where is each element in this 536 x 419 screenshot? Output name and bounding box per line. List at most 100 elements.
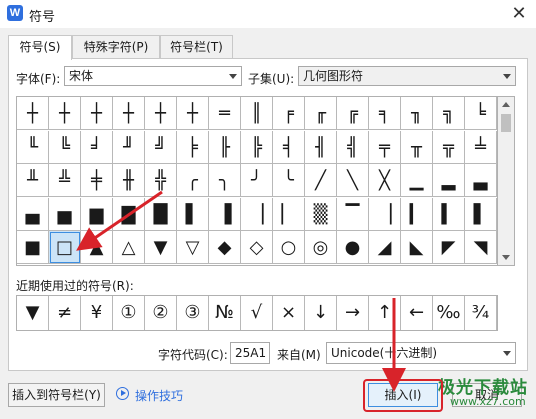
symbol-cell[interactable]: ╦ (433, 130, 465, 164)
symbol-cell[interactable]: ═ (209, 97, 241, 130)
recent-symbol-cell[interactable]: ¾ (465, 296, 497, 330)
symbol-cell[interactable]: ▂ (433, 164, 465, 198)
symbol-cell[interactable]: ┼ (113, 97, 145, 130)
recent-symbol-cell[interactable]: ↑ (369, 296, 401, 330)
symbol-cell[interactable]: ◇ (241, 231, 273, 265)
symbol-cell[interactable]: ◆ (209, 231, 241, 265)
symbol-cell[interactable]: ┼ (49, 97, 81, 130)
symbol-cell[interactable]: ╧ (465, 130, 497, 164)
symbol-cell[interactable]: ▕ (369, 197, 401, 231)
symbol-cell[interactable]: ╖ (401, 97, 433, 130)
symbol-cell[interactable]: ┼ (177, 97, 209, 130)
symbol-cell[interactable]: ▍ (433, 197, 465, 231)
recent-symbol-cell[interactable]: № (209, 296, 241, 330)
symbol-cell[interactable]: ○ (273, 231, 305, 265)
symbol-cell[interactable]: ▅ (49, 197, 81, 231)
symbol-cell[interactable]: ◥ (465, 231, 497, 265)
symbol-cell[interactable]: ▁ (401, 164, 433, 198)
symbol-cell[interactable]: ╝ (145, 130, 177, 164)
symbol-cell[interactable]: ▕ (241, 197, 273, 231)
recent-symbol-cell[interactable]: ↓ (305, 296, 337, 330)
symbol-cell[interactable]: ╙ (17, 130, 49, 164)
symbol-cell[interactable]: ╳ (369, 164, 401, 198)
symbol-cell[interactable]: ╮ (209, 164, 241, 198)
symbol-cell[interactable]: ╔ (337, 97, 369, 130)
symbol-cell[interactable]: ╒ (273, 97, 305, 130)
symbol-cell[interactable]: ╣ (337, 130, 369, 164)
symbol-cell[interactable]: ┼ (17, 97, 49, 130)
symbol-cell[interactable]: ╲ (337, 164, 369, 198)
symbol-cell[interactable]: ╚ (49, 130, 81, 164)
symbol-cell[interactable]: ╟ (209, 130, 241, 164)
symbol-cell[interactable]: ╤ (369, 130, 401, 164)
symbol-cell[interactable]: ▐ (209, 197, 241, 231)
symbol-cell[interactable]: ╕ (369, 97, 401, 130)
symbol-cell[interactable]: △ (113, 231, 145, 265)
tips-link[interactable]: 操作技巧 (116, 387, 183, 404)
scroll-thumb[interactable] (501, 114, 511, 132)
recent-symbol-cell[interactable]: ③ (177, 296, 209, 330)
symbol-cell[interactable]: ▌ (177, 197, 209, 231)
recent-symbol-cell[interactable]: √ (241, 296, 273, 330)
symbol-cell[interactable]: ╞ (177, 130, 209, 164)
scroll-down-icon[interactable] (502, 255, 510, 260)
recent-symbol-cell[interactable]: → (337, 296, 369, 330)
symbol-cell[interactable]: ● (337, 231, 369, 265)
symbol-cell[interactable]: ╥ (401, 130, 433, 164)
font-select[interactable]: 宋体 (64, 66, 242, 86)
symbol-cell[interactable]: ◢ (369, 231, 401, 265)
recent-symbol-cell[interactable]: ← (401, 296, 433, 330)
symbol-cell[interactable]: ╭ (177, 164, 209, 198)
symbol-cell[interactable]: ╓ (305, 97, 337, 130)
symbol-cell[interactable]: ╜ (113, 130, 145, 164)
recent-symbol-cell[interactable]: ① (113, 296, 145, 330)
recent-symbol-cell[interactable]: × (273, 296, 305, 330)
scroll-up-icon[interactable] (502, 102, 510, 107)
symbol-cell[interactable]: ▎ (401, 197, 433, 231)
char-code-input[interactable]: 25A1 (230, 342, 270, 364)
symbol-cell[interactable]: ╠ (241, 130, 273, 164)
symbol-cell[interactable]: ▔ (337, 197, 369, 231)
tab-symbol-bar[interactable]: 符号栏(T) (160, 35, 233, 59)
symbol-cell[interactable]: ┼ (81, 97, 113, 130)
symbol-cell[interactable]: ╯ (241, 164, 273, 198)
tab-symbols[interactable]: 符号(S) (8, 35, 72, 60)
symbol-cell[interactable]: ║ (241, 97, 273, 130)
symbol-cell[interactable]: ▆ (81, 197, 113, 231)
symbol-cell[interactable]: ▼ (145, 231, 177, 265)
recent-symbol-cell[interactable]: ¥ (81, 296, 113, 330)
symbol-cell[interactable]: ◤ (433, 231, 465, 265)
insert-to-bar-button[interactable]: 插入到符号栏(Y) (8, 383, 105, 407)
symbol-cell[interactable]: ▏ (273, 197, 305, 231)
recent-symbol-cell[interactable]: ▼ (17, 296, 49, 330)
symbol-cell[interactable]: □ (49, 231, 81, 265)
symbol-cell[interactable]: ╰ (273, 164, 305, 198)
recent-symbol-cell[interactable]: ‰ (433, 296, 465, 330)
symbol-cell[interactable]: ╩ (49, 164, 81, 198)
close-icon[interactable]: ✕ (508, 3, 530, 25)
symbol-cell[interactable]: ▒ (305, 197, 337, 231)
symbol-cell[interactable]: ▌ (465, 197, 497, 231)
symbol-cell[interactable]: ▲ (81, 231, 113, 265)
symbol-cell[interactable]: ╨ (17, 164, 49, 198)
recent-symbol-cell[interactable]: ≠ (49, 296, 81, 330)
symbol-cell[interactable]: ╱ (305, 164, 337, 198)
symbol-cell[interactable]: ◣ (401, 231, 433, 265)
symbol-cell[interactable]: ╪ (81, 164, 113, 198)
symbol-cell[interactable]: ▃ (465, 164, 497, 198)
subset-select[interactable]: 几何图形符 (298, 66, 516, 86)
tab-special-chars[interactable]: 特殊字符(P) (72, 35, 160, 59)
symbol-cell[interactable]: ▇ (113, 197, 145, 231)
symbol-cell[interactable]: ▽ (177, 231, 209, 265)
grid-scrollbar[interactable] (498, 96, 515, 266)
symbol-cell[interactable]: ╫ (113, 164, 145, 198)
symbol-cell[interactable]: ▄ (17, 197, 49, 231)
symbol-cell[interactable]: █ (145, 197, 177, 231)
symbol-cell[interactable]: ╬ (145, 164, 177, 198)
symbol-cell[interactable]: ╛ (81, 130, 113, 164)
symbol-cell[interactable]: ◎ (305, 231, 337, 265)
recent-symbol-cell[interactable]: ② (145, 296, 177, 330)
symbol-cell[interactable]: ╗ (433, 97, 465, 130)
symbol-cell[interactable]: ╢ (305, 130, 337, 164)
from-select[interactable]: Unicode(十六进制) (326, 342, 516, 364)
